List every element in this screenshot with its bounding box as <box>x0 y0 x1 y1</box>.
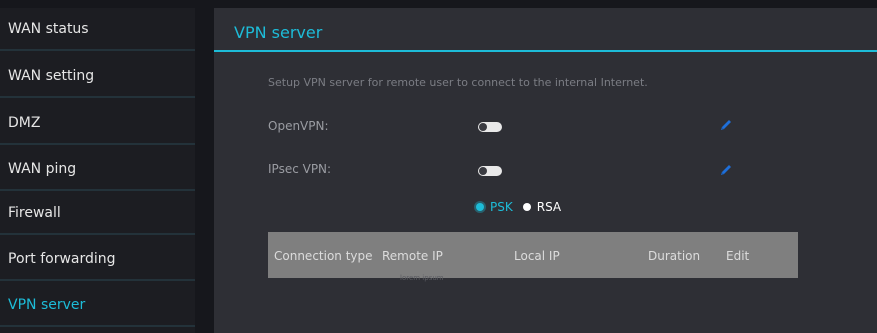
toggle-knob <box>479 123 487 131</box>
sidebar-item-port-forwarding[interactable]: Port forwarding <box>0 238 195 281</box>
auth-radio-group: PSK RSA <box>476 200 561 214</box>
sidebar-item-label: Firewall <box>8 204 61 221</box>
ipsec-label: IPsec VPN: <box>268 162 332 176</box>
pencil-icon[interactable] <box>719 163 733 177</box>
pencil-icon[interactable] <box>719 118 733 132</box>
title-divider <box>214 50 877 52</box>
sidebar-item-wan-status[interactable]: WAN status <box>0 8 195 51</box>
column-header-connection-type: Connection type <box>274 249 373 263</box>
column-header-remote-ip: Remote IP <box>382 249 443 263</box>
rsa-radio-label: RSA <box>536 200 562 214</box>
radio-selected-icon <box>476 203 484 211</box>
ipsec-toggle[interactable] <box>478 166 502 176</box>
sidebar-item-label: WAN status <box>8 20 89 37</box>
sidebar-item-firewall[interactable]: Firewall <box>0 192 195 235</box>
radio-unselected-icon <box>522 203 531 211</box>
sidebar-item-label: WAN setting <box>8 67 95 84</box>
sidebar-item-vpn-server[interactable]: VPN server <box>0 284 195 327</box>
column-header-duration: Duration <box>648 249 701 263</box>
page-description: Setup VPN server for remote user to conn… <box>268 76 648 89</box>
openvpn-label: OpenVPN: <box>268 119 329 133</box>
rsa-radio[interactable]: RSA <box>522 200 562 214</box>
main-panel: VPN server Setup VPN server for remote u… <box>214 8 877 333</box>
openvpn-toggle[interactable] <box>478 122 502 132</box>
sidebar-item-dmz[interactable]: DMZ <box>0 102 195 145</box>
sidebar-item-wan-ping[interactable]: WAN ping <box>0 148 195 191</box>
sidebar-item-label: VPN server <box>8 296 86 313</box>
page-title: VPN server <box>234 23 323 42</box>
column-header-local-ip: Local IP <box>514 249 560 263</box>
sidebar-item-label: WAN ping <box>8 160 77 177</box>
psk-radio[interactable]: PSK <box>476 200 513 214</box>
sidebar-item-label: Port forwarding <box>8 250 116 267</box>
toggle-knob <box>479 167 487 175</box>
sidebar-item-label: DMZ <box>8 114 41 131</box>
sidebar: WAN status WAN setting DMZ WAN ping Fire… <box>0 8 195 333</box>
faint-text: lorem ipsum <box>400 274 444 282</box>
connections-table-header: Connection type Remote IP Local IP Durat… <box>268 232 798 278</box>
sidebar-item-wan-setting[interactable]: WAN setting <box>0 55 195 98</box>
column-header-edit: Edit <box>726 249 750 263</box>
psk-radio-label: PSK <box>490 200 513 214</box>
